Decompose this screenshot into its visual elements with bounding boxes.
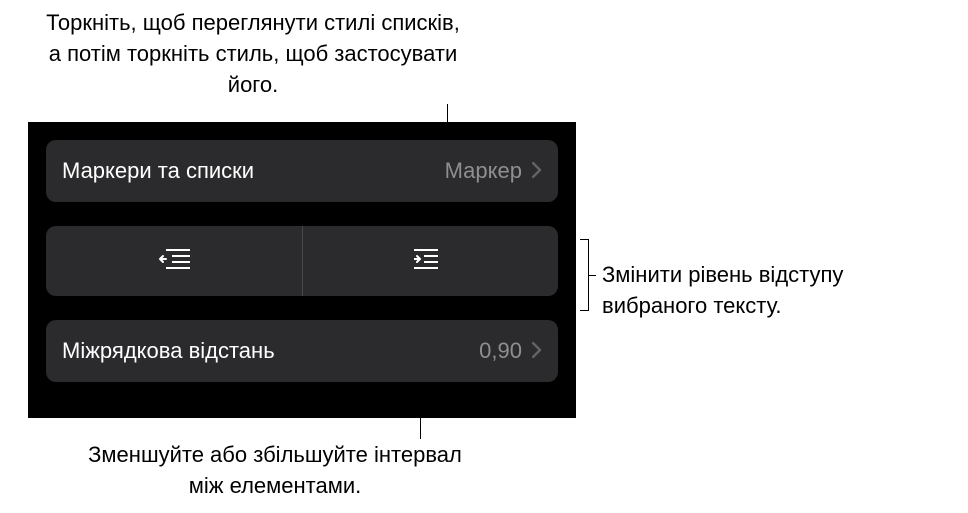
bullets-lists-value: Маркер [445,158,522,184]
line-spacing-value: 0,90 [479,338,522,364]
callout-line-bottom [420,403,421,439]
bullets-lists-row[interactable]: Маркери та списки Маркер [46,140,558,202]
line-spacing-label: Міжрядкова відстань [62,338,479,364]
callout-indent-level: Змінити рівень відступу вибраного тексту… [602,260,952,322]
bullets-lists-label: Маркери та списки [62,158,445,184]
callout-list-styles: Торкніть, щоб переглянути стилі списків,… [38,8,468,100]
callout-spacing: Зменшуйте або збільшуйте інтервал між ел… [85,440,465,502]
outdent-button[interactable] [46,226,302,296]
format-panel: Маркери та списки Маркер [28,122,576,418]
outdent-icon [158,247,190,276]
line-spacing-row[interactable]: Міжрядкова відстань 0,90 [46,320,558,382]
indent-button[interactable] [303,226,559,296]
chevron-right-icon [532,159,542,183]
indent-controls-row [46,226,558,296]
chevron-right-icon [532,339,542,363]
callout-bracket-right [580,239,594,311]
indent-icon [414,247,446,276]
